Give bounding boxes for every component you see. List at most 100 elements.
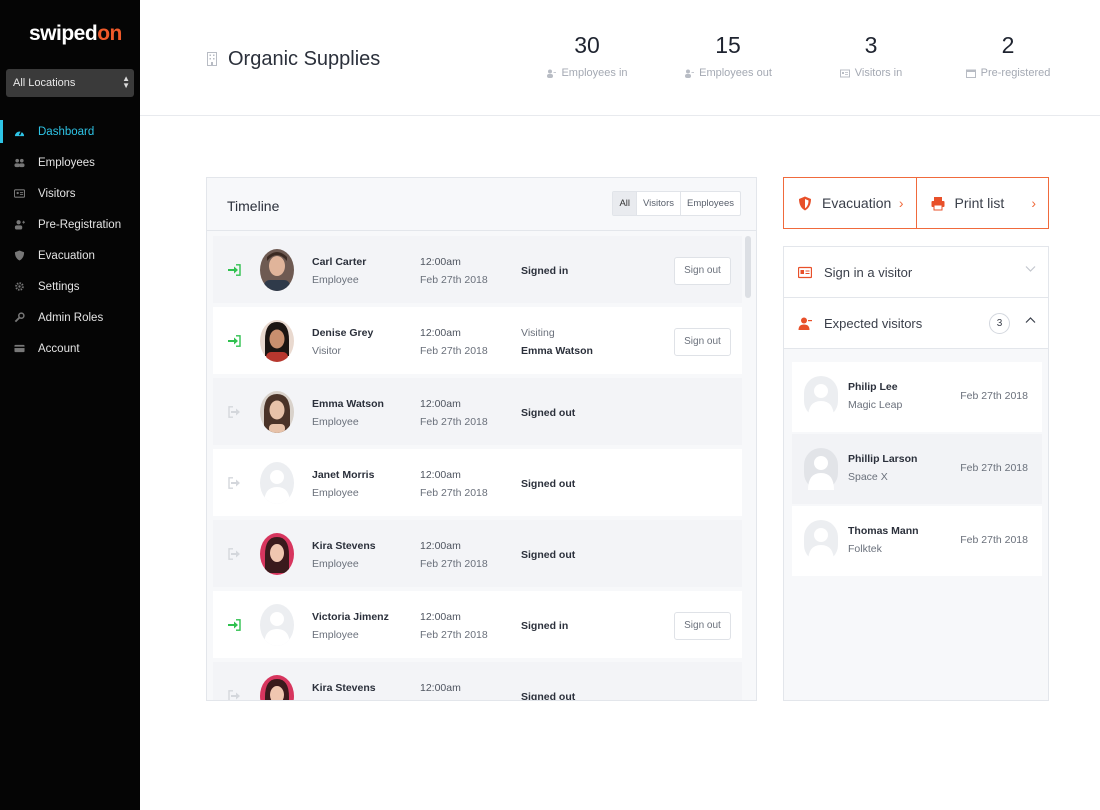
chevron-down-icon	[1025, 266, 1036, 272]
stat-value: 3	[864, 32, 878, 58]
sidebar-item-label: Admin Roles	[38, 311, 104, 324]
event-time: 12:00am	[420, 682, 461, 694]
timeline-row: Emma Watson Employee 12:00am Feb 27th 20…	[213, 378, 742, 445]
sidebar-nav: Dashboard Employees Visitors Pre-Registr…	[0, 116, 140, 364]
sign-out-button[interactable]: Sign out	[674, 612, 731, 640]
timeline-row: Denise Grey Visitor 12:00am Feb 27th 201…	[213, 307, 742, 374]
calendar-icon	[965, 69, 976, 78]
swipedon-logo[interactable]: swipedon	[29, 22, 122, 46]
sidebar-item-evacuation[interactable]: Evacuation	[0, 240, 140, 271]
filter-visitors[interactable]: Visitors	[636, 192, 680, 215]
sign-out-button[interactable]: Sign out	[674, 328, 731, 356]
person-role: Visitor	[312, 345, 341, 357]
timeline-row: Kira Stevens Employee 12:00am Feb 27th 2…	[213, 520, 742, 587]
sidebar-item-dashboard[interactable]: Dashboard	[0, 116, 140, 147]
sidebar-item-settings[interactable]: Settings	[0, 271, 140, 302]
status-text: Signed in	[521, 620, 569, 632]
sidebar-item-account[interactable]: Account	[0, 333, 140, 364]
card-icon	[13, 343, 25, 354]
avatar	[260, 533, 294, 575]
sign-in-icon	[228, 619, 241, 631]
sidebar-item-label: Visitors	[38, 187, 76, 200]
event-time: 12:00am	[420, 611, 461, 623]
sign-in-visitor-label: Sign in a visitor	[824, 264, 913, 280]
event-date: Feb 27th 2018	[420, 558, 488, 570]
expected-visitor-item[interactable]: Phillip Larson Space X Feb 27th 2018	[792, 434, 1042, 504]
filter-all[interactable]: All	[613, 192, 637, 215]
avatar	[260, 320, 294, 362]
stat-label: Employees in	[561, 67, 628, 79]
event-date: Feb 27th 2018	[420, 487, 488, 499]
timeline-row: Janet Morris Employee 12:00am Feb 27th 2…	[213, 449, 742, 516]
person-role: Employee	[312, 487, 359, 499]
sign-out-button[interactable]: Sign out	[674, 257, 731, 285]
sign-in-icon	[228, 335, 241, 347]
chevron-right-icon: ›	[898, 195, 904, 211]
sidebar-item-admin-roles[interactable]: Admin Roles	[0, 302, 140, 333]
print-list-button[interactable]: Print list ›	[915, 178, 1049, 228]
shield-icon	[799, 196, 811, 210]
visitor-date: Feb 27th 2018	[960, 462, 1028, 474]
expected-visitor-item[interactable]: Philip Lee Magic Leap Feb 27th 2018	[792, 362, 1042, 432]
timeline-row: Kira Stevens 12:00am Signed out	[213, 662, 742, 700]
person-name[interactable]: Kira Stevens	[312, 682, 376, 694]
avatar	[260, 391, 294, 433]
stat-label: Visitors in	[854, 67, 903, 79]
expected-visitor-icon	[798, 317, 812, 330]
person-out-icon	[685, 69, 695, 78]
print-list-label: Print list	[954, 195, 1005, 211]
avatar	[260, 675, 294, 700]
sidebar-item-label: Pre-Registration	[38, 218, 122, 231]
avatar-placeholder	[260, 462, 294, 504]
event-date: Feb 27th 2018	[420, 416, 488, 428]
status-text: Visiting	[521, 327, 555, 339]
page-title: Organic Supplies	[228, 48, 381, 70]
person-in-icon	[547, 69, 557, 78]
timeline-row: Victoria Jimenz Employee 12:00am Feb 27t…	[213, 591, 742, 658]
sidebar-item-label: Settings	[38, 280, 80, 293]
stat-employees-out: 15 Employees out	[663, 32, 793, 79]
location-select[interactable]: All Locations ▲ ▼	[6, 69, 134, 97]
person-name[interactable]: Kira Stevens	[312, 540, 376, 552]
person-name[interactable]: Victoria Jimenz	[312, 611, 389, 623]
person-role: Employee	[312, 629, 359, 641]
person-role: Employee	[312, 416, 359, 428]
visitor-company: Magic Leap	[848, 399, 903, 411]
visitors-icon	[13, 188, 25, 199]
person-name[interactable]: Janet Morris	[312, 469, 374, 481]
filter-employees[interactable]: Employees	[680, 192, 740, 215]
sidebar-item-label: Evacuation	[38, 249, 95, 262]
expected-visitors-list: Philip Lee Magic Leap Feb 27th 2018 Phil…	[792, 362, 1042, 578]
stat-value: 2	[1001, 32, 1015, 58]
sidebar: swipedon All Locations ▲ ▼ Dashboard Empl…	[0, 0, 140, 810]
expected-visitor-item[interactable]: Thomas Mann Folktek Feb 27th 2018	[792, 506, 1042, 576]
status-text: Signed out	[521, 478, 576, 490]
visitor-name: Phillip Larson	[848, 453, 918, 465]
pre-registration-icon	[13, 219, 25, 230]
expected-count-badge: 3	[989, 313, 1010, 334]
gear-icon	[13, 281, 25, 292]
avatar	[260, 249, 294, 291]
sidebar-item-pre-registration[interactable]: Pre-Registration	[0, 209, 140, 240]
sign-in-visitor-toggle[interactable]: Sign in a visitor	[784, 247, 1048, 298]
visitor-panel: Sign in a visitor Expected visitors 3 Ph…	[783, 246, 1049, 701]
evacuation-button[interactable]: Evacuation ›	[784, 178, 916, 228]
avatar-placeholder	[804, 376, 838, 418]
event-date: Feb 27th 2018	[420, 345, 488, 357]
expected-visitors-toggle[interactable]: Expected visitors 3	[784, 298, 1048, 349]
stat-employees-in: 30 Employees in	[522, 32, 652, 79]
sidebar-item-employees[interactable]: Employees	[0, 147, 140, 178]
sidebar-item-visitors[interactable]: Visitors	[0, 178, 140, 209]
printer-icon	[931, 196, 944, 210]
person-name[interactable]: Emma Watson	[312, 398, 384, 410]
person-role: Employee	[312, 558, 359, 570]
sign-out-icon	[228, 406, 240, 418]
timeline-row: Carl Carter Employee 12:00am Feb 27th 20…	[213, 236, 742, 303]
person-name[interactable]: Denise Grey	[312, 327, 373, 339]
sign-out-icon	[228, 548, 240, 560]
timeline-list[interactable]: Carl Carter Employee 12:00am Feb 27th 20…	[207, 232, 756, 700]
timeline-scrollbar[interactable]	[745, 236, 751, 298]
stat-value: 30	[574, 32, 600, 58]
person-name[interactable]: Carl Carter	[312, 256, 366, 268]
visitor-date: Feb 27th 2018	[960, 390, 1028, 402]
